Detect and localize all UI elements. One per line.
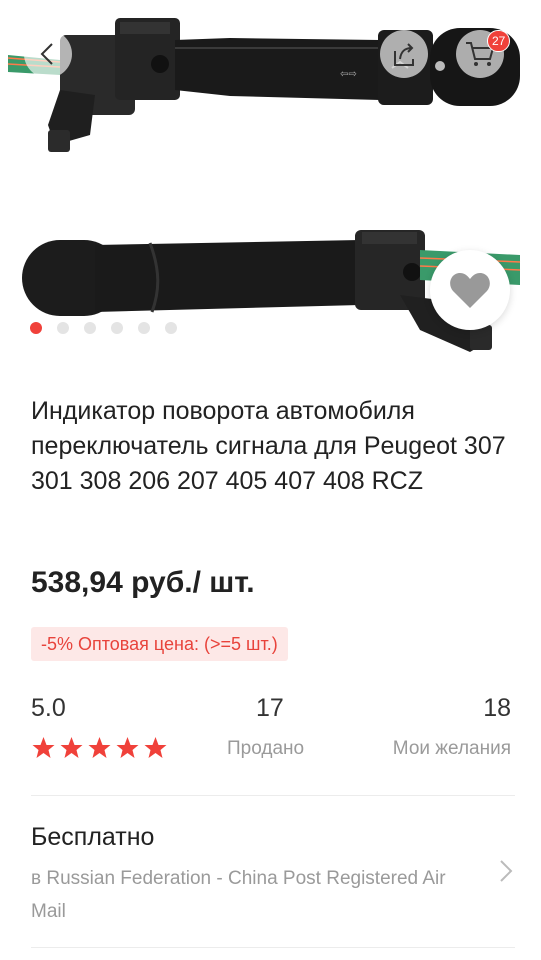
rating-stars[interactable] xyxy=(31,736,168,760)
back-button[interactable] xyxy=(24,30,72,78)
shipping-title: Бесплатно xyxy=(31,823,155,851)
star-icon xyxy=(32,737,55,758)
sold-count: 17 xyxy=(256,694,284,722)
share-button[interactable] xyxy=(380,30,428,78)
product-stats: 5.0 17 Продано 18 Мои желания xyxy=(31,694,511,774)
svg-text:⇦⇨: ⇦⇨ xyxy=(340,69,357,80)
product-image-gallery[interactable]: ⇦⇨ 27 xyxy=(0,0,541,360)
pagination-dot[interactable] xyxy=(84,322,96,334)
heart-icon xyxy=(450,273,490,308)
divider xyxy=(31,795,515,796)
gallery-pagination xyxy=(30,322,177,334)
chevron-left-icon xyxy=(40,43,53,65)
upper-switch-image: ⇦⇨ xyxy=(7,18,520,152)
wishlist-label: Мои желания xyxy=(392,738,511,759)
wishlist-count: 18 xyxy=(483,694,511,722)
add-to-wishlist-button[interactable] xyxy=(430,250,510,330)
pagination-dot[interactable] xyxy=(57,322,69,334)
share-icon xyxy=(394,43,414,66)
star-icon xyxy=(88,737,111,758)
product-title: Индикатор поворота автомобиля переключат… xyxy=(31,397,506,495)
pagination-dot-active[interactable] xyxy=(30,322,42,334)
shipping-detail: в Russian Federation - China Post Regist… xyxy=(31,868,446,922)
pagination-dot[interactable] xyxy=(138,322,150,334)
star-icon xyxy=(116,737,139,758)
pagination-dot[interactable] xyxy=(111,322,123,334)
pagination-dot[interactable] xyxy=(165,322,177,334)
rating-value: 5.0 xyxy=(31,694,66,722)
cart-count-badge: 27 xyxy=(487,30,511,52)
chevron-right-icon xyxy=(500,860,513,882)
divider xyxy=(31,947,515,948)
wholesale-price-badge[interactable]: -5% Оптовая цена: (>=5 шт.) xyxy=(31,627,288,661)
product-price: 538,94 руб./ шт. xyxy=(31,566,255,599)
sold-label: Продано xyxy=(227,738,305,759)
star-icon xyxy=(144,737,167,758)
star-icon xyxy=(60,737,83,758)
